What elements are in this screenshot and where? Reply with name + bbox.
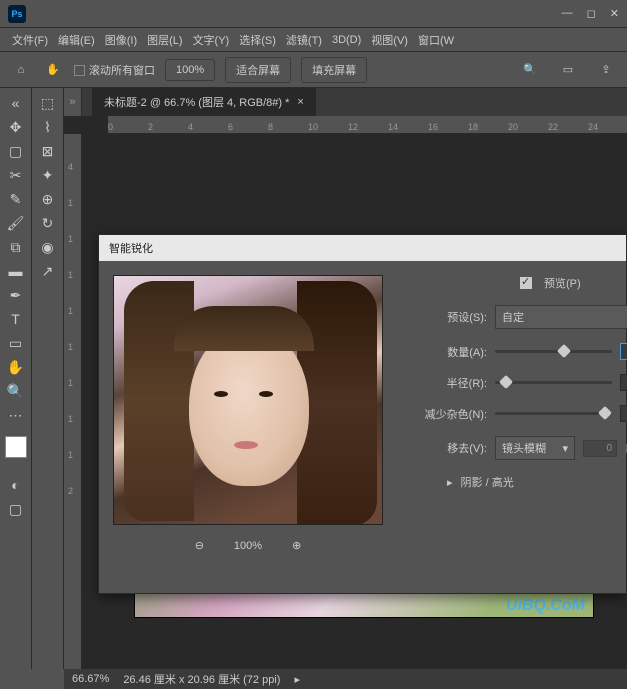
remove-select[interactable]: 镜头模糊▾: [495, 436, 575, 460]
path-tool-icon[interactable]: ↗: [35, 260, 61, 282]
noise-label: 减少杂色(N):: [407, 406, 487, 422]
radius-label: 半径(R):: [407, 375, 487, 391]
radius-input[interactable]: 0.5: [620, 374, 627, 391]
zoom-out-icon[interactable]: ⊖: [195, 539, 204, 552]
more-icon[interactable]: ⋯: [3, 404, 29, 426]
home-icon[interactable]: ⌂: [10, 59, 32, 81]
tab-close-icon[interactable]: ×: [297, 96, 303, 108]
color-swatch[interactable]: [5, 436, 27, 458]
clone-tool-icon[interactable]: ⧉: [3, 236, 29, 258]
type-tool-icon[interactable]: T: [3, 308, 29, 330]
minimize-button[interactable]: —: [562, 7, 573, 20]
toolbar-left-2: ⬚ ⌇ ⊠ ✦ ⊕ ↻ ◉ ↗: [32, 88, 64, 669]
zoom-in-icon[interactable]: ⊕: [292, 539, 301, 552]
wand-tool-icon[interactable]: ✦: [35, 164, 61, 186]
ruler-vertical: 4111111112: [64, 134, 82, 669]
history-brush-icon[interactable]: ↻: [35, 212, 61, 234]
remove-label: 移去(V):: [407, 440, 487, 456]
menu-select[interactable]: 选择(S): [235, 30, 280, 50]
preview-image[interactable]: [113, 275, 383, 525]
dialog-title: 智能锐化: [99, 235, 626, 261]
hand-tool-icon[interactable]: ✋: [3, 356, 29, 378]
brush-tool-icon[interactable]: 🖌: [3, 212, 29, 234]
preset-select[interactable]: 自定▾: [495, 305, 627, 329]
expand-arrow-icon: ▸: [447, 476, 453, 489]
healing-tool-icon[interactable]: ⊕: [35, 188, 61, 210]
status-dimensions: 26.46 厘米 x 20.96 厘米 (72 ppi): [123, 671, 280, 687]
amount-slider[interactable]: [495, 350, 612, 353]
zoom-tool-icon[interactable]: 🔍: [3, 380, 29, 402]
menu-file[interactable]: 文件(F): [8, 30, 52, 50]
document-tabs: » 未标题-2 @ 66.7% (图层 4, RGB/8#) * ×: [64, 88, 627, 116]
hand-tool-icon[interactable]: ✋: [42, 59, 64, 81]
menu-view[interactable]: 视图(V): [367, 30, 412, 50]
tab-expand-icon[interactable]: »: [64, 88, 82, 116]
radius-slider[interactable]: [495, 381, 612, 384]
title-bar: Ps — ◻ ✕: [0, 0, 627, 28]
shape-tool-icon[interactable]: ▭: [3, 332, 29, 354]
fill-screen-button[interactable]: 填充屏幕: [301, 57, 367, 83]
main-area: « ✥ ▢ ✂ ✎ 🖌 ⧉ ▬ ✒ T ▭ ✋ 🔍 ⋯ ◐ ▢ ⬚ ⌇ ⊠ ✦ …: [0, 88, 627, 669]
marquee-tool-icon[interactable]: ▢: [3, 140, 29, 162]
screenmode-icon[interactable]: ▢: [3, 498, 29, 520]
move-tool-icon[interactable]: ✥: [3, 116, 29, 138]
status-bar: 66.67% 26.46 厘米 x 20.96 厘米 (72 ppi) ▸: [64, 669, 627, 689]
window-controls: — ◻ ✕: [562, 7, 619, 20]
toolbar-left: « ✥ ▢ ✂ ✎ 🖌 ⧉ ▬ ✒ T ▭ ✋ 🔍 ⋯ ◐ ▢: [0, 88, 32, 669]
menu-edit[interactable]: 编辑(E): [54, 30, 99, 50]
gradient-tool-icon[interactable]: ▬: [3, 260, 29, 282]
menu-bar: 文件(F) 编辑(E) 图像(I) 图层(L) 文字(Y) 选择(S) 滤镜(T…: [0, 28, 627, 52]
preview-area: ⊖ 100% ⊕: [113, 275, 383, 552]
marquee-rect-icon[interactable]: ⬚: [35, 92, 61, 114]
ruler-horizontal: 02468101214161820222426: [108, 116, 627, 134]
menu-3d[interactable]: 3D(D): [328, 32, 365, 48]
menu-layer[interactable]: 图层(L): [143, 30, 186, 50]
scroll-all-windows[interactable]: 滚动所有窗口: [74, 62, 155, 78]
eyedropper-tool-icon[interactable]: ✎: [3, 188, 29, 210]
status-zoom[interactable]: 66.67%: [72, 673, 109, 685]
shadows-highlights-expand[interactable]: ▸ 阴影 / 高光: [447, 474, 627, 490]
share-icon[interactable]: ⇪: [595, 59, 617, 81]
noise-slider[interactable]: [495, 412, 612, 415]
crop-tool-icon[interactable]: ✂: [3, 164, 29, 186]
quickmask-icon[interactable]: ◐: [3, 474, 29, 496]
close-button[interactable]: ✕: [610, 7, 619, 20]
lasso-tool-icon[interactable]: ⌇: [35, 116, 61, 138]
menu-window[interactable]: 窗口(W: [414, 30, 458, 50]
menu-filter[interactable]: 滤镜(T): [282, 30, 326, 50]
status-arrow-icon[interactable]: ▸: [294, 673, 300, 686]
search-icon[interactable]: 🔍: [519, 59, 541, 81]
angle-input: 0: [583, 440, 617, 457]
preview-zoom-value: 100%: [234, 540, 262, 552]
preview-checkbox[interactable]: [520, 277, 532, 289]
menu-image[interactable]: 图像(I): [101, 30, 141, 50]
amount-label: 数量(A):: [407, 344, 487, 360]
uibq-text: UiBQ.CoM: [506, 597, 585, 615]
preview-label: 预览(P): [544, 275, 581, 291]
canvas-area: » 未标题-2 @ 66.7% (图层 4, RGB/8#) * × 02468…: [64, 88, 627, 669]
menu-type[interactable]: 文字(Y): [189, 30, 234, 50]
workspace-icon[interactable]: ▭: [557, 59, 579, 81]
collapse-icon[interactable]: «: [3, 92, 29, 114]
preset-label: 预设(S):: [407, 309, 487, 325]
blur-tool-icon[interactable]: ◉: [35, 236, 61, 258]
controls-area: 预览(P) 预设(S): 自定▾ 数量(A): 276 半径(R): 0: [407, 275, 627, 552]
frame-tool-icon[interactable]: ⊠: [35, 140, 61, 162]
amount-input[interactable]: 276: [620, 343, 627, 360]
zoom-percent[interactable]: 100%: [165, 59, 215, 81]
smart-sharpen-dialog: 智能锐化 ⊖ 100% ⊕ 预览(P): [98, 234, 627, 594]
pen-tool-icon[interactable]: ✒: [3, 284, 29, 306]
noise-input[interactable]: 94: [620, 405, 627, 422]
options-bar: ⌂ ✋ 滚动所有窗口 100% 适合屏幕 填充屏幕 🔍 ▭ ⇪: [0, 52, 627, 88]
tab-title: 未标题-2 @ 66.7% (图层 4, RGB/8#) *: [104, 94, 289, 110]
maximize-button[interactable]: ◻: [587, 7, 596, 20]
document-tab[interactable]: 未标题-2 @ 66.7% (图层 4, RGB/8#) * ×: [92, 88, 316, 116]
chevron-down-icon: ▾: [562, 442, 568, 455]
preview-zoom-controls: ⊖ 100% ⊕: [113, 539, 383, 552]
app-logo: Ps: [8, 5, 26, 23]
fit-screen-button[interactable]: 适合屏幕: [225, 57, 291, 83]
